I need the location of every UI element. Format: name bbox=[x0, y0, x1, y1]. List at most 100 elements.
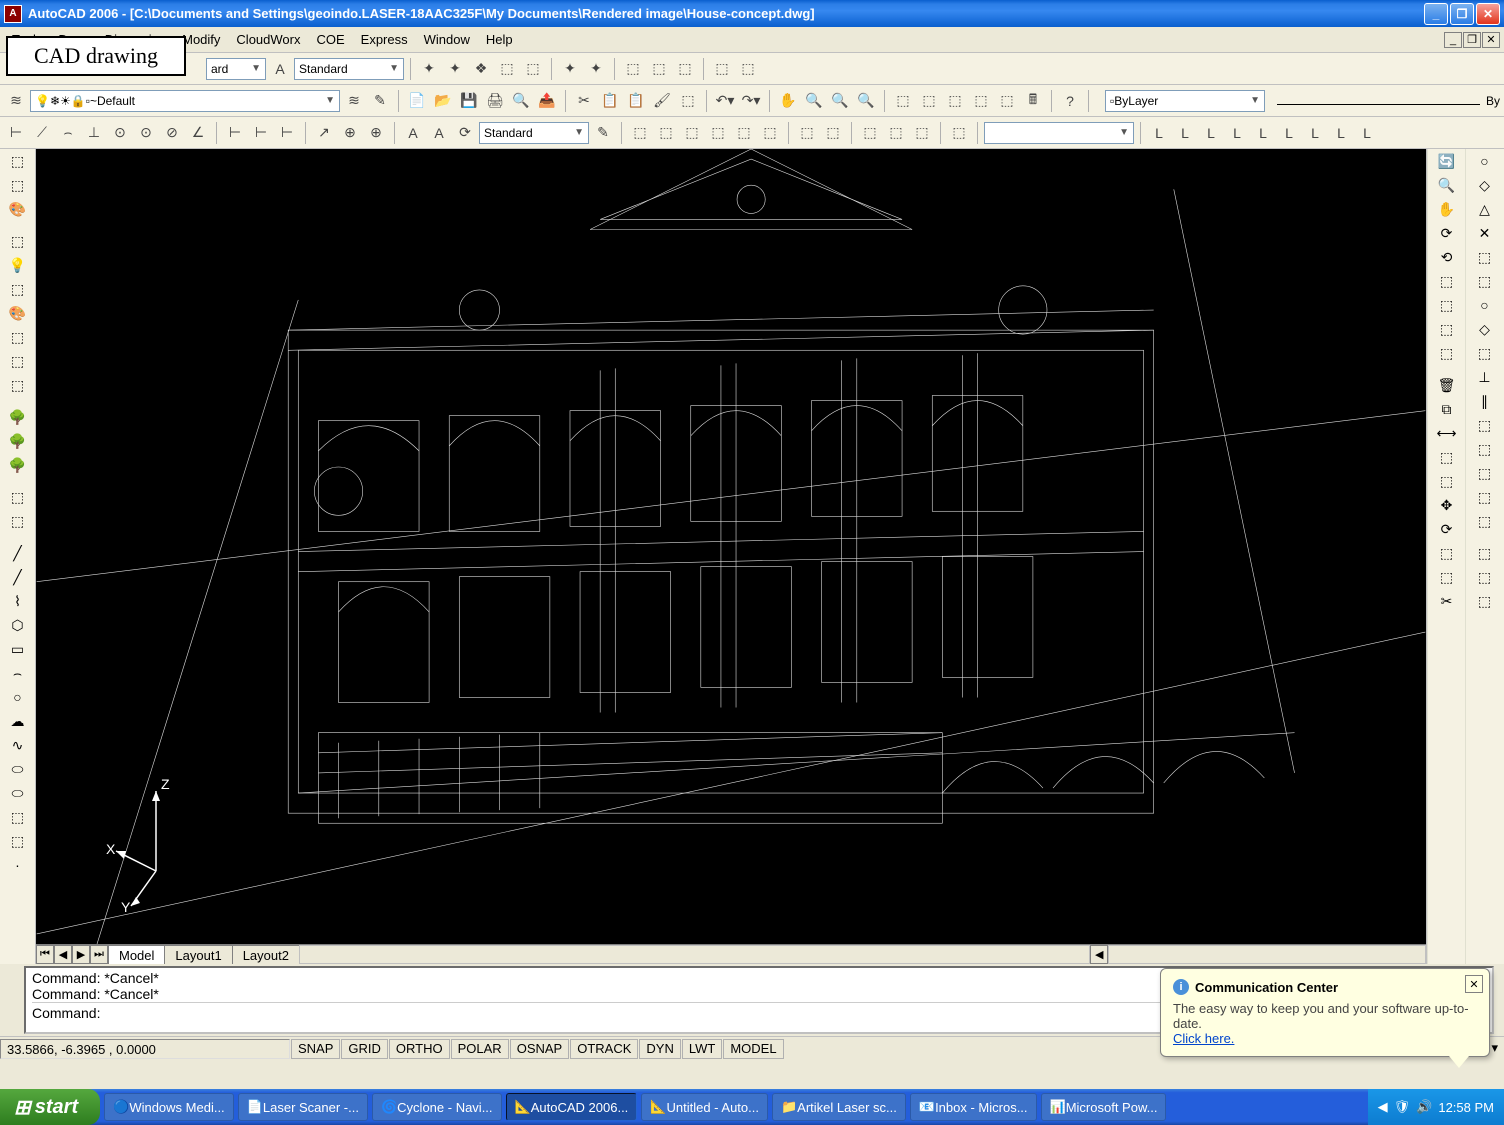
tab-last[interactable]: ⏭ bbox=[90, 945, 108, 964]
snap-non-icon[interactable]: ⬚ bbox=[1474, 486, 1496, 508]
tray-icon[interactable]: 🛡 bbox=[1394, 1099, 1411, 1115]
snap-ext-icon[interactable]: ⬚ bbox=[1474, 270, 1496, 292]
menu-window[interactable]: Window bbox=[416, 29, 478, 50]
copy-obj-icon[interactable]: ⧉ bbox=[1436, 398, 1458, 420]
tolerance-icon[interactable]: ⊕ bbox=[338, 121, 362, 145]
tool-icon[interactable]: ⬚ bbox=[710, 57, 734, 81]
zoom-icon[interactable]: 🔍 bbox=[802, 89, 826, 113]
xline-icon[interactable]: ╱ bbox=[7, 566, 29, 588]
snap-nod-icon[interactable]: ⬚ bbox=[1474, 438, 1496, 460]
scale-icon[interactable]: ⬚ bbox=[1436, 542, 1458, 564]
snap-from-icon[interactable]: ○ bbox=[1474, 150, 1496, 172]
dim-quick-icon[interactable]: ⊢ bbox=[223, 121, 247, 145]
snap-end-icon[interactable]: ◇ bbox=[1474, 174, 1496, 196]
dim-angular-icon[interactable]: ∠ bbox=[186, 121, 210, 145]
3dorbit-icon[interactable]: 🔄 bbox=[1436, 150, 1458, 172]
tool-icon[interactable]: ✦ bbox=[417, 57, 441, 81]
render-pref-icon[interactable]: ⬚ bbox=[7, 486, 29, 508]
dim-aligned-icon[interactable]: ⟋ bbox=[30, 121, 54, 145]
tool-icon[interactable]: ⬚ bbox=[621, 57, 645, 81]
materials-lib-icon[interactable]: 🎨 bbox=[7, 302, 29, 324]
swivel-icon[interactable]: ⟲ bbox=[1436, 246, 1458, 268]
taskbar-item[interactable]: 🔵 Windows Medi... bbox=[104, 1093, 234, 1121]
fog-icon[interactable]: ⬚ bbox=[7, 374, 29, 396]
tool-icon[interactable]: ✦ bbox=[584, 57, 608, 81]
scroll-left[interactable]: ◀ bbox=[1090, 945, 1108, 964]
menu-express[interactable]: Express bbox=[353, 29, 416, 50]
tool-palette-icon[interactable]: ⬚ bbox=[943, 89, 967, 113]
center-mark-icon[interactable]: ⊕ bbox=[364, 121, 388, 145]
revcloud-icon[interactable]: ☁ bbox=[7, 710, 29, 732]
save-icon[interactable]: 💾 bbox=[457, 89, 481, 113]
taskbar-item[interactable]: 📐 Untitled - Auto... bbox=[641, 1093, 768, 1121]
tray-icon[interactable]: ◀ bbox=[1378, 1099, 1388, 1115]
menu-coe[interactable]: COE bbox=[308, 29, 352, 50]
zoom-prev-icon[interactable]: 🔍 bbox=[854, 89, 878, 113]
point-icon[interactable]: · bbox=[7, 854, 29, 876]
match-icon[interactable]: 🖌 bbox=[650, 89, 674, 113]
taskbar-item[interactable]: 📄 Laser Scaner -... bbox=[238, 1093, 368, 1121]
close-button[interactable]: ✕ bbox=[1476, 3, 1500, 25]
paste-icon[interactable]: 📋 bbox=[624, 89, 648, 113]
sheetset-icon[interactable]: ⬚ bbox=[969, 89, 993, 113]
snap-toggle[interactable]: SNAP bbox=[291, 1039, 340, 1059]
tab-layout1[interactable]: Layout1 bbox=[164, 945, 232, 964]
ucs-icon[interactable]: L bbox=[1199, 121, 1223, 145]
shade-icon[interactable]: ⬚ bbox=[7, 174, 29, 196]
ucs-icon[interactable]: L bbox=[1147, 121, 1171, 145]
mirror-icon[interactable]: ⟷ bbox=[1436, 422, 1458, 444]
extrude-icon[interactable]: ⬚ bbox=[795, 121, 819, 145]
ellipse-arc-icon[interactable]: ⬭ bbox=[7, 782, 29, 804]
undo-icon[interactable]: ↶▾ bbox=[713, 89, 737, 113]
erase-icon[interactable]: 🗑 bbox=[1436, 374, 1458, 396]
line-icon[interactable]: ╱ bbox=[7, 542, 29, 564]
layer-tool-icon[interactable]: ✎ bbox=[368, 89, 392, 113]
snap-per-icon[interactable]: ⊥ bbox=[1474, 366, 1496, 388]
cone-icon[interactable]: ⬚ bbox=[706, 121, 730, 145]
revolve-icon[interactable]: ⬚ bbox=[821, 121, 845, 145]
preview-icon[interactable]: 🔍 bbox=[509, 89, 533, 113]
lwt-toggle[interactable]: LWT bbox=[682, 1039, 722, 1059]
tab-first[interactable]: ⏮ bbox=[36, 945, 54, 964]
pan-icon[interactable]: ✋ bbox=[776, 89, 800, 113]
tool-icon[interactable]: ⬚ bbox=[736, 57, 760, 81]
tool-icon[interactable]: ❖ bbox=[469, 57, 493, 81]
ucs-icon[interactable]: L bbox=[1251, 121, 1275, 145]
snap-appint-icon[interactable]: ⬚ bbox=[1474, 246, 1496, 268]
box-icon[interactable]: ⬚ bbox=[628, 121, 652, 145]
snap-cen-icon[interactable]: ○ bbox=[1474, 294, 1496, 316]
circle-icon[interactable]: ○ bbox=[7, 686, 29, 708]
layer-combo[interactable]: 💡❄☀🔒▫ ~Default▼ bbox=[30, 90, 340, 112]
sphere-icon[interactable]: ⬚ bbox=[654, 121, 678, 145]
landscape-edit-icon[interactable]: 🌳 bbox=[7, 430, 29, 452]
dyn-toggle[interactable]: DYN bbox=[639, 1039, 680, 1059]
tool-icon[interactable]: ✦ bbox=[443, 57, 467, 81]
offset-icon[interactable]: ⬚ bbox=[1436, 446, 1458, 468]
tab-next[interactable]: ▶ bbox=[72, 945, 90, 964]
taskbar-item[interactable]: 📧 Inbox - Micros... bbox=[910, 1093, 1037, 1121]
mdi-restore[interactable]: ❐ bbox=[1463, 32, 1481, 48]
light-icon[interactable]: 💡 bbox=[7, 254, 29, 276]
plot-icon[interactable]: 🖨 bbox=[483, 89, 507, 113]
torus-icon[interactable]: ⬚ bbox=[758, 121, 782, 145]
landscape-icon[interactable]: 🌳 bbox=[7, 406, 29, 428]
dimstyle-combo[interactable]: Standard▼ bbox=[479, 122, 589, 144]
mapping-icon[interactable]: ⬚ bbox=[7, 326, 29, 348]
snap-par-icon[interactable]: ∥ bbox=[1474, 390, 1496, 412]
section-icon[interactable]: ⬚ bbox=[884, 121, 908, 145]
tool-icon[interactable]: ⬚ bbox=[647, 57, 671, 81]
dim-jogged-icon[interactable]: ⊙ bbox=[134, 121, 158, 145]
pan-icon[interactable]: ✋ bbox=[1436, 198, 1458, 220]
interfere-icon[interactable]: ⬚ bbox=[910, 121, 934, 145]
zoom-window-icon[interactable]: 🔍 bbox=[828, 89, 852, 113]
minimize-button[interactable]: _ bbox=[1424, 3, 1448, 25]
combo-style[interactable]: Standard▼ bbox=[294, 58, 404, 80]
snap-nea-icon[interactable]: ⬚ bbox=[1474, 462, 1496, 484]
break-icon[interactable]: ⬚ bbox=[1474, 566, 1496, 588]
pline-icon[interactable]: ⌇ bbox=[7, 590, 29, 612]
ucs-icon[interactable]: L bbox=[1173, 121, 1197, 145]
model-toggle[interactable]: MODEL bbox=[723, 1039, 783, 1059]
style-icon[interactable]: A bbox=[268, 57, 292, 81]
redo-icon[interactable]: ↷▾ bbox=[739, 89, 763, 113]
bylayer-combo[interactable]: ▫ ByLayer▼ bbox=[1105, 90, 1265, 112]
